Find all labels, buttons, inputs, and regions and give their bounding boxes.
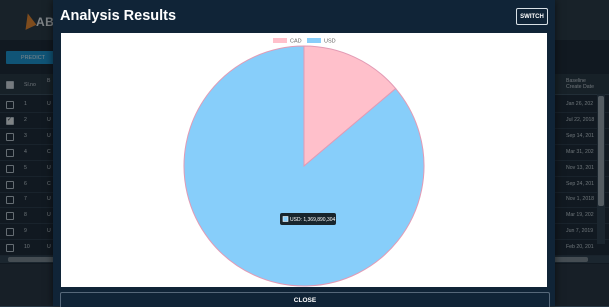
legend-label-cad[interactable]: CAD bbox=[290, 39, 302, 45]
chart-tooltip: USD: 1,369,890,304 bbox=[280, 213, 336, 225]
modal-title: Analysis Results bbox=[60, 8, 177, 24]
analysis-results-modal: Analysis Results SWITCH CAD USD USD: 1,369… bbox=[53, 0, 555, 307]
legend-swatch-usd[interactable] bbox=[307, 38, 321, 43]
chart-panel: CAD USD USD: 1,369,890,304 bbox=[61, 33, 547, 287]
close-button[interactable]: CLOSE bbox=[60, 292, 550, 307]
legend-swatch-cad[interactable] bbox=[273, 38, 287, 43]
legend-label-usd[interactable]: USD bbox=[324, 39, 336, 45]
tooltip-swatch bbox=[282, 216, 289, 222]
pie-chart: CAD USD USD: 1,369,890,304 bbox=[183, 38, 425, 287]
tooltip-text: USD: 1,369,890,304 bbox=[290, 217, 336, 223]
switch-button[interactable]: SWITCH bbox=[516, 8, 548, 25]
